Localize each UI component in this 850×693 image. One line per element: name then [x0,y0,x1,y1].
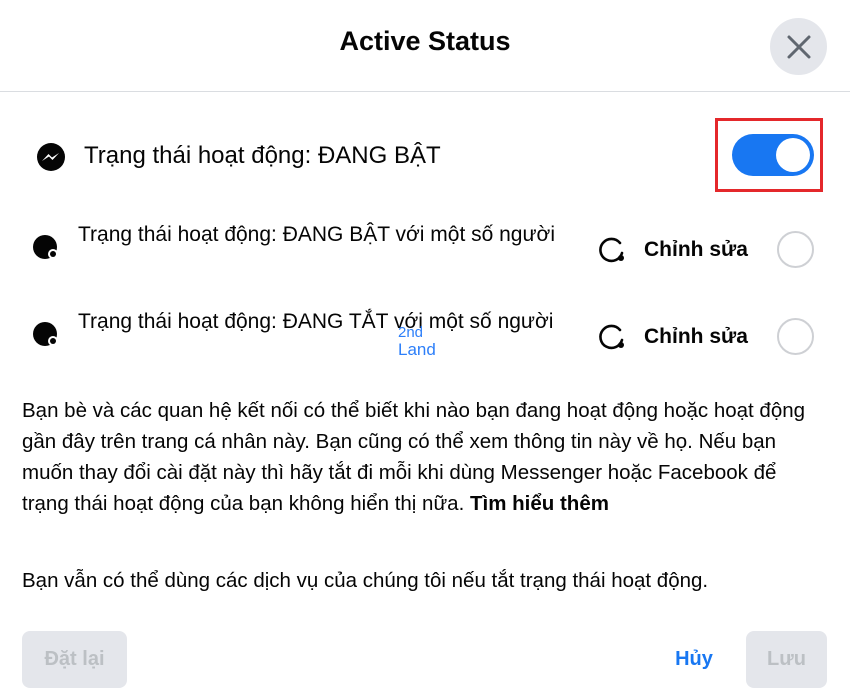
watermark-logo: 2nd Land [398,324,436,358]
option-label: Trạng thái hoạt động: ĐANG BẬT với một s… [78,223,555,246]
dialog-title: Active Status [339,26,511,56]
dialog-header: Active Status [0,0,850,92]
edit-label: Chỉnh sửa [644,238,748,261]
active-status-toggle[interactable] [732,134,814,176]
toggle-knob [776,138,810,172]
description-text: Bạn bè và các quan hệ kết nối có thể biế… [22,395,822,519]
radio-on-some[interactable] [777,231,814,268]
edit-button-on-some[interactable]: Chỉnh sửa [596,234,748,266]
description-body: Bạn bè và các quan hệ kết nối có thể biế… [22,399,806,515]
radio-off-some[interactable] [777,318,814,355]
save-button[interactable]: Lưu [746,631,827,688]
watermark-line1: 2nd [398,324,423,341]
edit-icon [599,324,624,350]
edit-icon [599,237,624,263]
learn-more-link[interactable]: Tìm hiểu thêm [470,492,609,515]
reset-button[interactable]: Đặt lại [22,631,127,688]
messenger-icon [37,143,65,171]
watermark-line2: Land [398,340,436,358]
active-dot-icon [33,235,58,259]
active-dot-icon [33,322,58,346]
close-button[interactable] [770,18,827,75]
edit-button-off-some[interactable]: Chỉnh sửa [596,321,748,353]
description-note: Bạn vẫn có thể dùng các dịch vụ của chún… [22,569,709,592]
active-status-dialog: Active Status Trạng thái hoạt động: ĐANG… [0,0,850,693]
active-status-label: Trạng thái hoạt động: ĐANG BẬT [84,142,441,169]
option-label: Trạng thái hoạt động: ĐANG TẮT với một s… [78,310,554,333]
cancel-button[interactable]: Hủy [650,631,738,688]
active-status-row: Trạng thái hoạt động: ĐANG BẬT [36,132,826,180]
close-icon [787,35,810,58]
option-row-on-some: Trạng thái hoạt động: ĐANG BẬT với một s… [32,220,822,284]
edit-label: Chỉnh sửa [644,325,748,348]
